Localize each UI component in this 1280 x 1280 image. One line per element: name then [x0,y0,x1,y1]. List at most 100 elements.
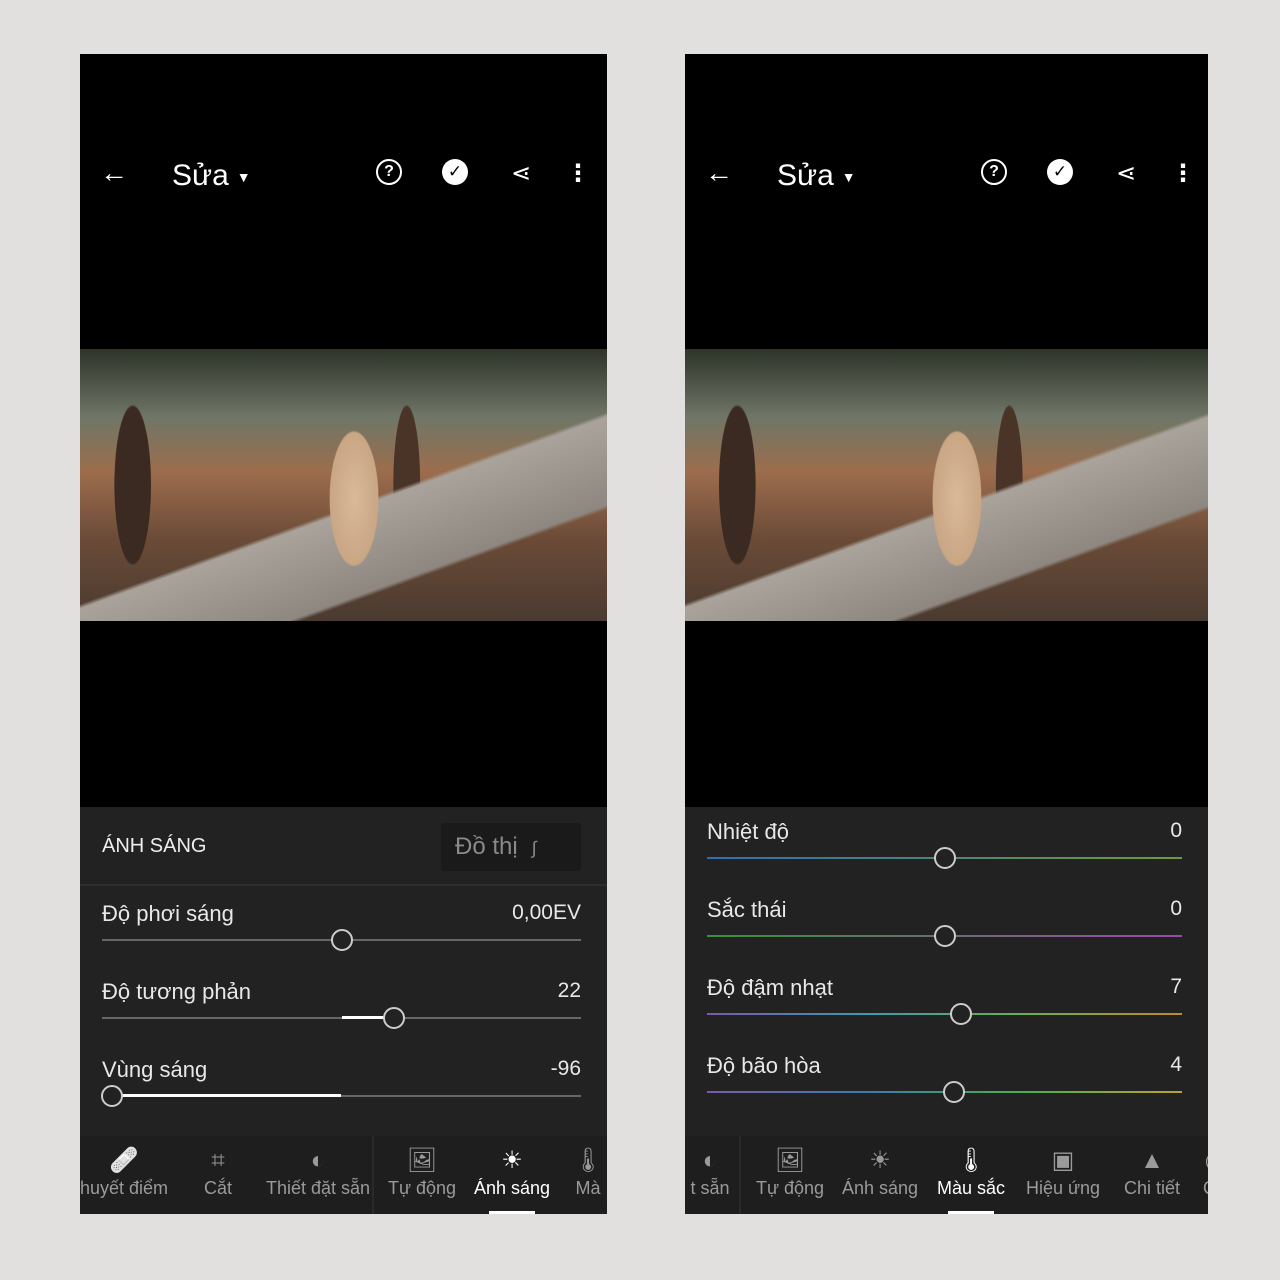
caret-down-icon: ▼ [236,169,251,186]
tool-presets[interactable]: ◐ Thiết đặt sẵn [265,1136,371,1214]
presets-icon: ◐ [702,1147,718,1174]
bottom-toolbar: ◐ t sẵn 🖼 Tự động ☀ Ánh sáng 🌡 Màu sắc ▣… [685,1136,1208,1214]
slider-value[interactable]: 22 [558,979,581,1003]
auto-icon: 🖼 [774,1147,806,1174]
slider-value[interactable]: 0 [1170,897,1182,921]
tool-label: Tự động [755,1178,825,1198]
tool-thermometer[interactable]: 🌡 Mà [558,1136,607,1214]
sun-icon: ☀ [501,1147,523,1174]
help-icon[interactable]: ? [376,159,402,185]
slider-label: Độ phơi sáng [102,901,234,926]
more-vertical-icon[interactable]: ⋮ [1168,159,1198,188]
slider-value[interactable]: 0 [1170,819,1182,843]
slider-value[interactable]: 0,00EV [512,901,581,925]
slider-label: Vùng sáng [102,1057,208,1082]
bottom-toolbar: 🩹 huyết điểm ⌗ Cắt ◐ Thiết đặt sẵn 🖼 Tự … [80,1136,607,1214]
slider-row: Độ đậm nhạt 7 [707,975,1182,1045]
tool-label: Qu [1203,1178,1208,1199]
tool-label: Cắt [203,1178,232,1198]
slider-label: Độ tương phản [102,979,252,1004]
tool-presets[interactable]: ◐ t sẵn [685,1136,735,1214]
tool-label: Ánh sáng [473,1178,551,1198]
tool-thermometer[interactable]: 🌡 Màu sắc [925,1136,1017,1214]
check-circle-icon[interactable]: ✓ [442,159,468,185]
tool-label: huyết điểm [80,1178,169,1198]
arrow-left-icon[interactable]: ← [100,157,128,189]
edit-menu-button[interactable]: Sửa ▼ [777,159,856,193]
slider-thumb[interactable] [100,1085,123,1107]
thermometer-icon: 🌡 [572,1147,604,1174]
thermometer-icon: 🌡 [955,1147,987,1174]
app-header: ← Sửa ▼ ? ✓ ⋖ ⋮ [80,149,607,205]
tool-label: Chi tiết [1123,1178,1181,1198]
tool-label: Thiết đặt sẵn [265,1178,371,1198]
curve-button-label: Đồ thị [455,833,518,860]
photo-preview[interactable] [80,349,607,621]
tool-auto[interactable]: 🖼 Tự động [378,1136,466,1214]
slider-thumb[interactable] [933,847,956,869]
slider-label: Nhiệt độ [707,819,789,844]
toolbar-divider [372,1136,374,1214]
slider-thumb[interactable] [330,929,353,951]
slider-thumb[interactable] [933,925,956,947]
help-icon[interactable]: ? [981,159,1007,185]
slider-fill [111,1094,342,1097]
presets-icon: ◐ [310,1147,326,1174]
section-title: ÁNH SÁNG [102,835,207,857]
page-title: Sửa [172,159,229,192]
slider-thumb[interactable] [950,1003,973,1025]
photo-preview[interactable] [685,349,1208,621]
slider-value[interactable]: 4 [1170,1053,1182,1077]
optics-icon: ◎ [1205,1146,1208,1178]
crop-icon: ⌗ [211,1147,225,1174]
arrow-left-icon[interactable]: ← [705,157,733,189]
slider-row: Độ phơi sáng 0,00EV [102,901,581,971]
slider-value[interactable]: 7 [1170,975,1182,999]
tool-auto[interactable]: 🖼 Tự động [745,1136,835,1214]
healing-icon: 🩹 [109,1147,139,1174]
tool-label: t sẵn [690,1178,730,1198]
slider-row: Độ bão hòa 4 [707,1053,1182,1123]
more-vertical-icon[interactable]: ⋮ [563,159,593,188]
slider-row: Độ tương phản 22 [102,979,581,1049]
sun-icon: ☀ [869,1147,891,1174]
tool-label: Ánh sáng [841,1178,919,1198]
app-header: ← Sửa ▼ ? ✓ ⋖ ⋮ [685,149,1208,205]
tool-crop[interactable]: ⌗ Cắt [168,1136,268,1214]
tool-label: Tự động [387,1178,457,1198]
share-icon[interactable]: ⋖ [506,159,536,188]
slider-track [707,1013,1182,1015]
slider-thumb[interactable] [383,1007,406,1029]
tool-label: Màu sắc [936,1178,1006,1198]
slider-row: Nhiệt độ 0 [707,819,1182,889]
slider-label: Độ bão hòa [707,1053,821,1078]
tool-label: Mà [575,1178,601,1198]
slider-thumb[interactable] [943,1081,965,1103]
slider-label: Sắc thái [707,897,787,922]
tool-optics[interactable]: ◎ Qu [1195,1136,1208,1214]
tool-sun[interactable]: ☀ Ánh sáng [835,1136,925,1214]
adjust-panel: Nhiệt độ 0 Sắc thái 0 Độ đậm nhạt 7 Độ b… [685,807,1208,1136]
caret-down-icon: ▼ [841,169,856,186]
edit-menu-button[interactable]: Sửa ▼ [172,159,251,193]
tool-detail-triangle[interactable]: ▲ Chi tiết [1109,1136,1195,1214]
tool-vignette[interactable]: ▣ Hiệu ứng [1017,1136,1109,1214]
vignette-icon: ▣ [1051,1147,1075,1174]
curve-button[interactable]: Đồ thị ∫ [441,823,581,871]
share-icon[interactable]: ⋖ [1111,159,1141,188]
tool-label: Hiệu ứng [1025,1178,1101,1198]
adjust-panel: ÁNH SÁNG Đồ thị ∫ Độ phơi sáng 0,00EV Độ … [80,807,607,1136]
editor-screen-color: ← Sửa ▼ ? ✓ ⋖ ⋮ Nhiệt độ 0 Sắc thái 0 Độ … [685,54,1208,1214]
tool-sun[interactable]: ☀ Ánh sáng [466,1136,558,1214]
slider-value[interactable]: -96 [551,1057,581,1081]
tool-healing[interactable]: 🩹 huyết điểm [80,1136,168,1214]
slider-row: Vùng sáng -96 [100,1057,581,1127]
divider [80,884,607,886]
curve-icon: ∫ [531,838,537,858]
slider-row: Sắc thái 0 [707,897,1182,967]
editor-screen-light: ← Sửa ▼ ? ✓ ⋖ ⋮ ÁNH SÁNG Đồ thị ∫ Độ phơi … [80,54,607,1214]
check-circle-icon[interactable]: ✓ [1047,159,1073,185]
detail-triangle-icon: ▲ [1140,1147,1164,1174]
slider-label: Độ đậm nhạt [707,975,833,1000]
toolbar-divider [739,1136,741,1214]
